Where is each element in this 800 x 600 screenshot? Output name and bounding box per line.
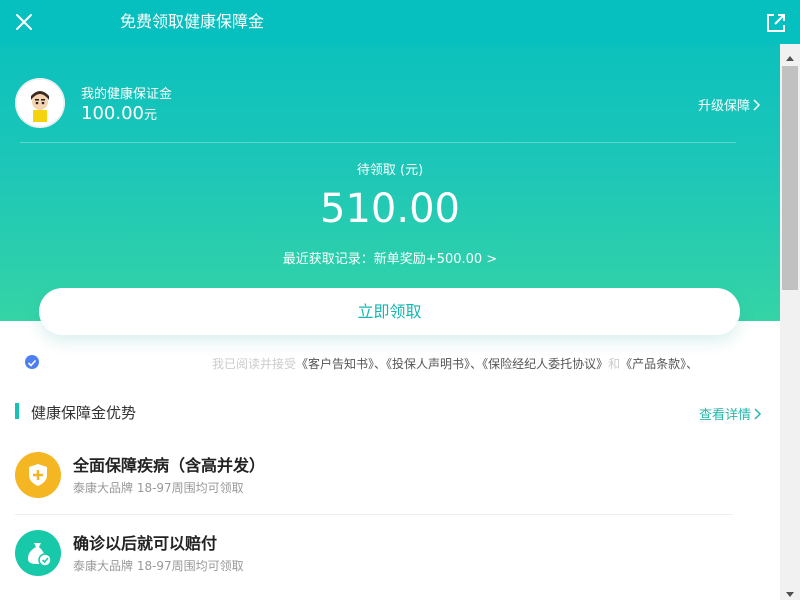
scrollbar[interactable] [780, 44, 800, 600]
benefit-title: 全面保障疾病（含高并发） [73, 456, 266, 475]
view-details-link[interactable]: 查看详情 [699, 404, 762, 423]
agreement-checkbox[interactable] [25, 355, 39, 369]
section-accent-bar [15, 403, 19, 419]
title-bar: 免费领取健康保障金 [0, 0, 800, 44]
benefit-title: 确诊以后就可以赔付 [73, 534, 218, 553]
upgrade-link[interactable]: 升级保障 [698, 95, 761, 114]
scroll-up-arrow-icon[interactable] [780, 48, 800, 61]
claim-now-button[interactable]: 立即领取 [39, 288, 740, 335]
recent-record-link[interactable]: 最近获取记录：新单奖励+500.00 > [0, 248, 780, 267]
chevron-right-icon [753, 98, 761, 111]
policyholder-statement-link[interactable]: 《投保人声明书》 [386, 357, 470, 371]
broker-agreement-link[interactable]: 《保险经纪人委托协议》 [482, 357, 608, 371]
agreement-and: 和 [608, 357, 621, 371]
divider [20, 142, 736, 143]
benefit-subtitle: 泰康大品牌 18-97周围均可领取 [73, 559, 244, 573]
money-bag-check-icon [15, 530, 61, 576]
shield-plus-icon [15, 452, 61, 498]
scrollbar-thumb[interactable] [782, 66, 798, 290]
customer-notice-link[interactable]: 《客户告知书》 [296, 357, 374, 371]
agreement-separator: 、 [470, 357, 483, 371]
agreement-separator: 、 [374, 357, 387, 371]
benefit-subtitle: 泰康大品牌 18-97周围均可领取 [73, 481, 244, 495]
view-details-label: 查看详情 [699, 408, 752, 423]
guarantee-amount-value: 100.00 [81, 103, 144, 124]
section-title: 健康保障金优势 [31, 404, 137, 422]
page-title: 免费领取健康保障金 [120, 12, 265, 31]
pending-amount: 510.00 [320, 186, 460, 232]
guarantee-amount: 100.00元 [81, 103, 157, 124]
page: 免费领取健康保障金 我的健康保证金 100.00元 升级保障 待领取 (元) 5… [0, 0, 800, 600]
avatar [15, 78, 65, 128]
scroll-down-arrow-icon[interactable] [780, 585, 800, 597]
guarantee-amount-unit: 元 [143, 108, 157, 123]
chevron-right-icon [754, 407, 762, 420]
pending-label: 待领取 (元) [356, 163, 424, 178]
product-terms-link[interactable]: 《产品条款》 [620, 357, 686, 371]
agreement-prefix: 我已阅读并接受 [212, 357, 297, 371]
guarantee-label: 我的健康保证金 [81, 87, 173, 102]
agreement-separator: 、 [686, 357, 699, 371]
close-icon[interactable] [10, 8, 38, 36]
divider [15, 514, 733, 515]
agreement-text: 我已阅读并接受《客户告知书》、《投保人声明书》、《保险经纪人委托协议》和《产品条… [212, 355, 698, 372]
external-link-icon[interactable] [763, 10, 789, 36]
upgrade-label: 升级保障 [698, 99, 751, 114]
